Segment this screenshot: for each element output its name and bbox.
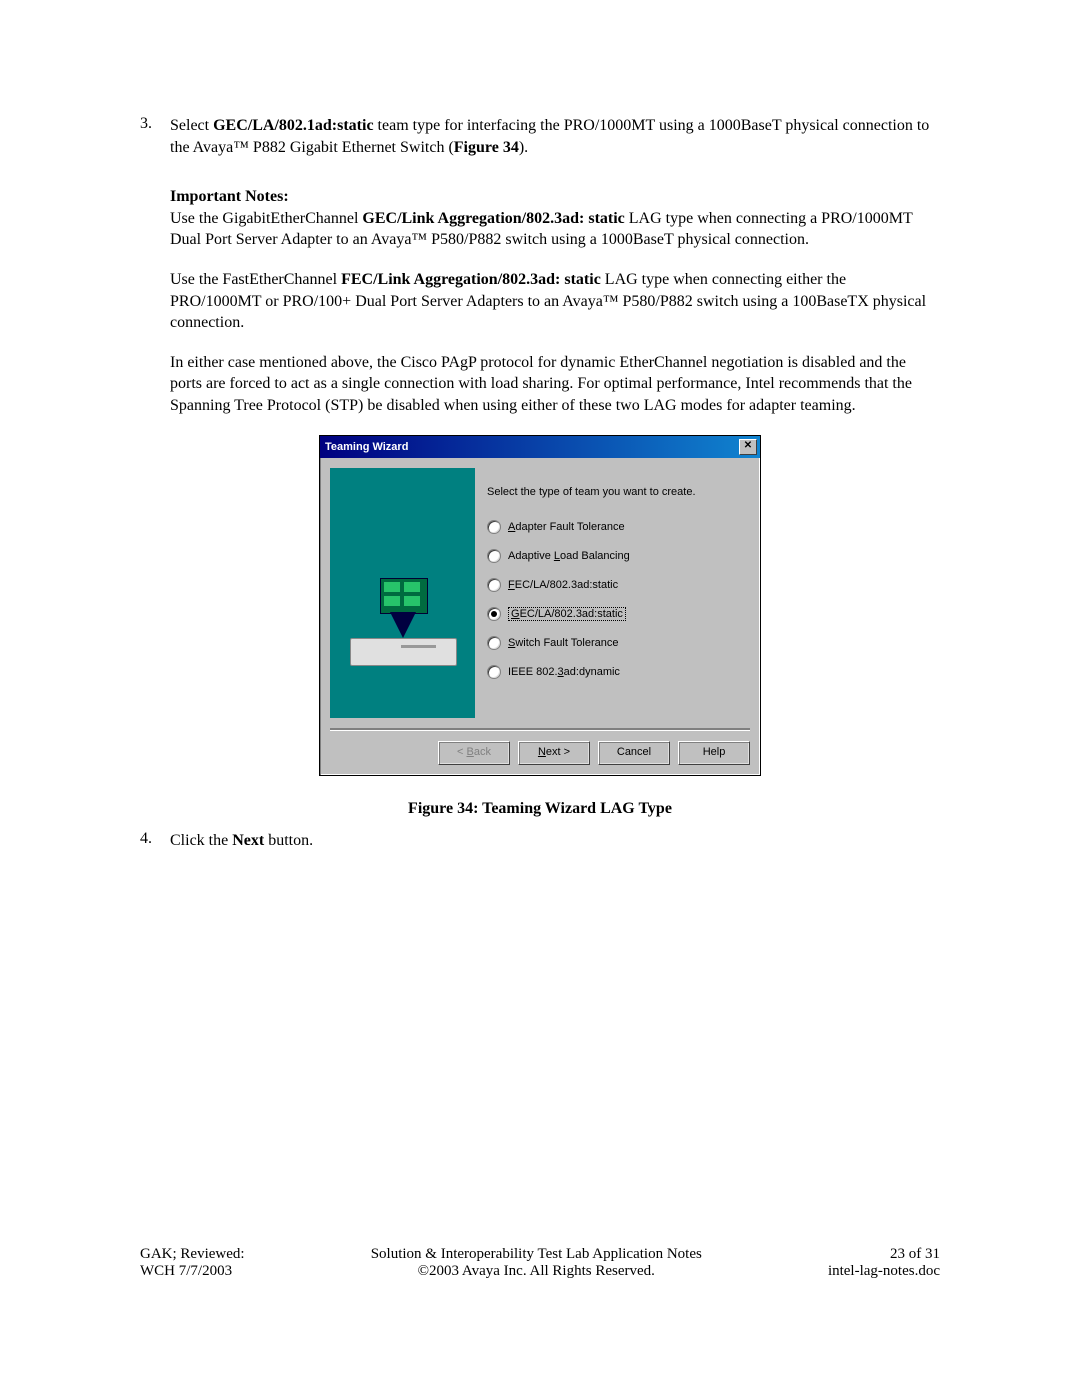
document-page: 3. Select GEC/LA/802.1ad:static team typ… bbox=[0, 0, 1080, 1320]
dialog-title: Teaming Wizard bbox=[325, 441, 408, 453]
computer-icon bbox=[350, 638, 457, 666]
footer-text: WCH 7/7/2003 bbox=[140, 1263, 245, 1280]
text: Click the bbox=[170, 832, 232, 849]
bold-term: FEC/Link Aggregation/802.3ad: static bbox=[341, 271, 601, 288]
radio-label: GEC/LA/802.3ad:static bbox=[508, 607, 626, 621]
step-body: Click the Next button. bbox=[170, 830, 940, 852]
footer-center: Solution & Interoperability Test Lab App… bbox=[371, 1246, 702, 1280]
notes-p2: Use the FastEtherChannel FEC/Link Aggreg… bbox=[170, 269, 940, 334]
radio-label: Switch Fault Tolerance bbox=[508, 637, 618, 649]
bold-term: Next bbox=[232, 832, 264, 849]
radio-gec-la[interactable]: GEC/LA/802.3ad:static bbox=[487, 607, 750, 621]
step-3: 3. Select GEC/LA/802.1ad:static team typ… bbox=[140, 115, 940, 158]
close-button[interactable]: ✕ bbox=[739, 439, 757, 455]
radio-label: Adaptive Load Balancing bbox=[508, 550, 630, 562]
notes-block: Important Notes: Use the GigabitEtherCha… bbox=[170, 186, 940, 416]
bold-term: GEC/LA/802.1ad:static bbox=[213, 117, 373, 134]
radio-label: IEEE 802.3ad:dynamic bbox=[508, 666, 620, 678]
important-notes: Important Notes: Use the GigabitEtherCha… bbox=[170, 186, 940, 251]
wizard-sidebar-image bbox=[330, 468, 475, 718]
back-button: < Back bbox=[438, 741, 510, 765]
footer-left: GAK; Reviewed: WCH 7/7/2003 bbox=[140, 1246, 245, 1280]
dialog-buttons: < Back Next > Cancel Help bbox=[320, 731, 760, 775]
figure-wrap: Teaming Wizard ✕ Select the type of team… bbox=[140, 435, 940, 776]
radio-fec-la[interactable]: FEC/LA/802.3ad:static bbox=[487, 578, 750, 592]
footer-right: 23 of 31 intel-lag-notes.doc bbox=[828, 1246, 940, 1280]
radio-icon bbox=[487, 636, 501, 650]
page-footer: GAK; Reviewed: WCH 7/7/2003 Solution & I… bbox=[140, 1246, 940, 1280]
radio-icon bbox=[487, 520, 501, 534]
radio-icon bbox=[487, 549, 501, 563]
text: Use the GigabitEtherChannel bbox=[170, 210, 362, 227]
radio-ieee-dynamic[interactable]: IEEE 802.3ad:dynamic bbox=[487, 665, 750, 679]
notes-heading: Important Notes: bbox=[170, 188, 289, 205]
options-panel: Select the type of team you want to crea… bbox=[487, 468, 750, 718]
footer-text: Solution & Interoperability Test Lab App… bbox=[371, 1246, 702, 1263]
footer-text: GAK; Reviewed: bbox=[140, 1246, 245, 1263]
footer-text: ©2003 Avaya Inc. All Rights Reserved. bbox=[371, 1263, 702, 1280]
step-body: Select GEC/LA/802.1ad:static team type f… bbox=[170, 115, 940, 158]
pointer-icon bbox=[390, 612, 416, 638]
radio-label: FEC/LA/802.3ad:static bbox=[508, 579, 618, 591]
teaming-wizard-dialog: Teaming Wizard ✕ Select the type of team… bbox=[319, 435, 761, 776]
text: button. bbox=[264, 832, 313, 849]
radio-icon bbox=[487, 665, 501, 679]
text: ). bbox=[519, 139, 528, 156]
radio-adaptive-load-balancing[interactable]: Adaptive Load Balancing bbox=[487, 549, 750, 563]
dialog-titlebar[interactable]: Teaming Wizard ✕ bbox=[320, 436, 760, 458]
step-number: 4. bbox=[140, 830, 170, 852]
text: Use the FastEtherChannel bbox=[170, 271, 341, 288]
radio-switch-fault-tolerance[interactable]: Switch Fault Tolerance bbox=[487, 636, 750, 650]
radio-icon bbox=[487, 578, 501, 592]
radio-icon bbox=[487, 607, 501, 621]
step-number: 3. bbox=[140, 115, 170, 158]
figure-caption: Figure 34: Teaming Wizard LAG Type bbox=[140, 800, 940, 818]
radio-label: Adapter Fault Tolerance bbox=[508, 521, 625, 533]
nic-card-icon bbox=[380, 578, 428, 614]
next-button[interactable]: Next > bbox=[518, 741, 590, 765]
footer-text: intel-lag-notes.doc bbox=[828, 1263, 940, 1280]
step-4: 4. Click the Next button. bbox=[140, 830, 940, 852]
figure-ref: Figure 34 bbox=[454, 139, 519, 156]
radio-adapter-fault-tolerance[interactable]: Adapter Fault Tolerance bbox=[487, 520, 750, 534]
notes-p3: In either case mentioned above, the Cisc… bbox=[170, 352, 940, 417]
cancel-button[interactable]: Cancel bbox=[598, 741, 670, 765]
help-button[interactable]: Help bbox=[678, 741, 750, 765]
bold-term: GEC/Link Aggregation/802.3ad: static bbox=[362, 210, 624, 227]
dialog-prompt: Select the type of team you want to crea… bbox=[487, 486, 750, 498]
text: Select bbox=[170, 117, 213, 134]
dialog-body: Select the type of team you want to crea… bbox=[320, 458, 760, 728]
footer-text: 23 of 31 bbox=[828, 1246, 940, 1263]
